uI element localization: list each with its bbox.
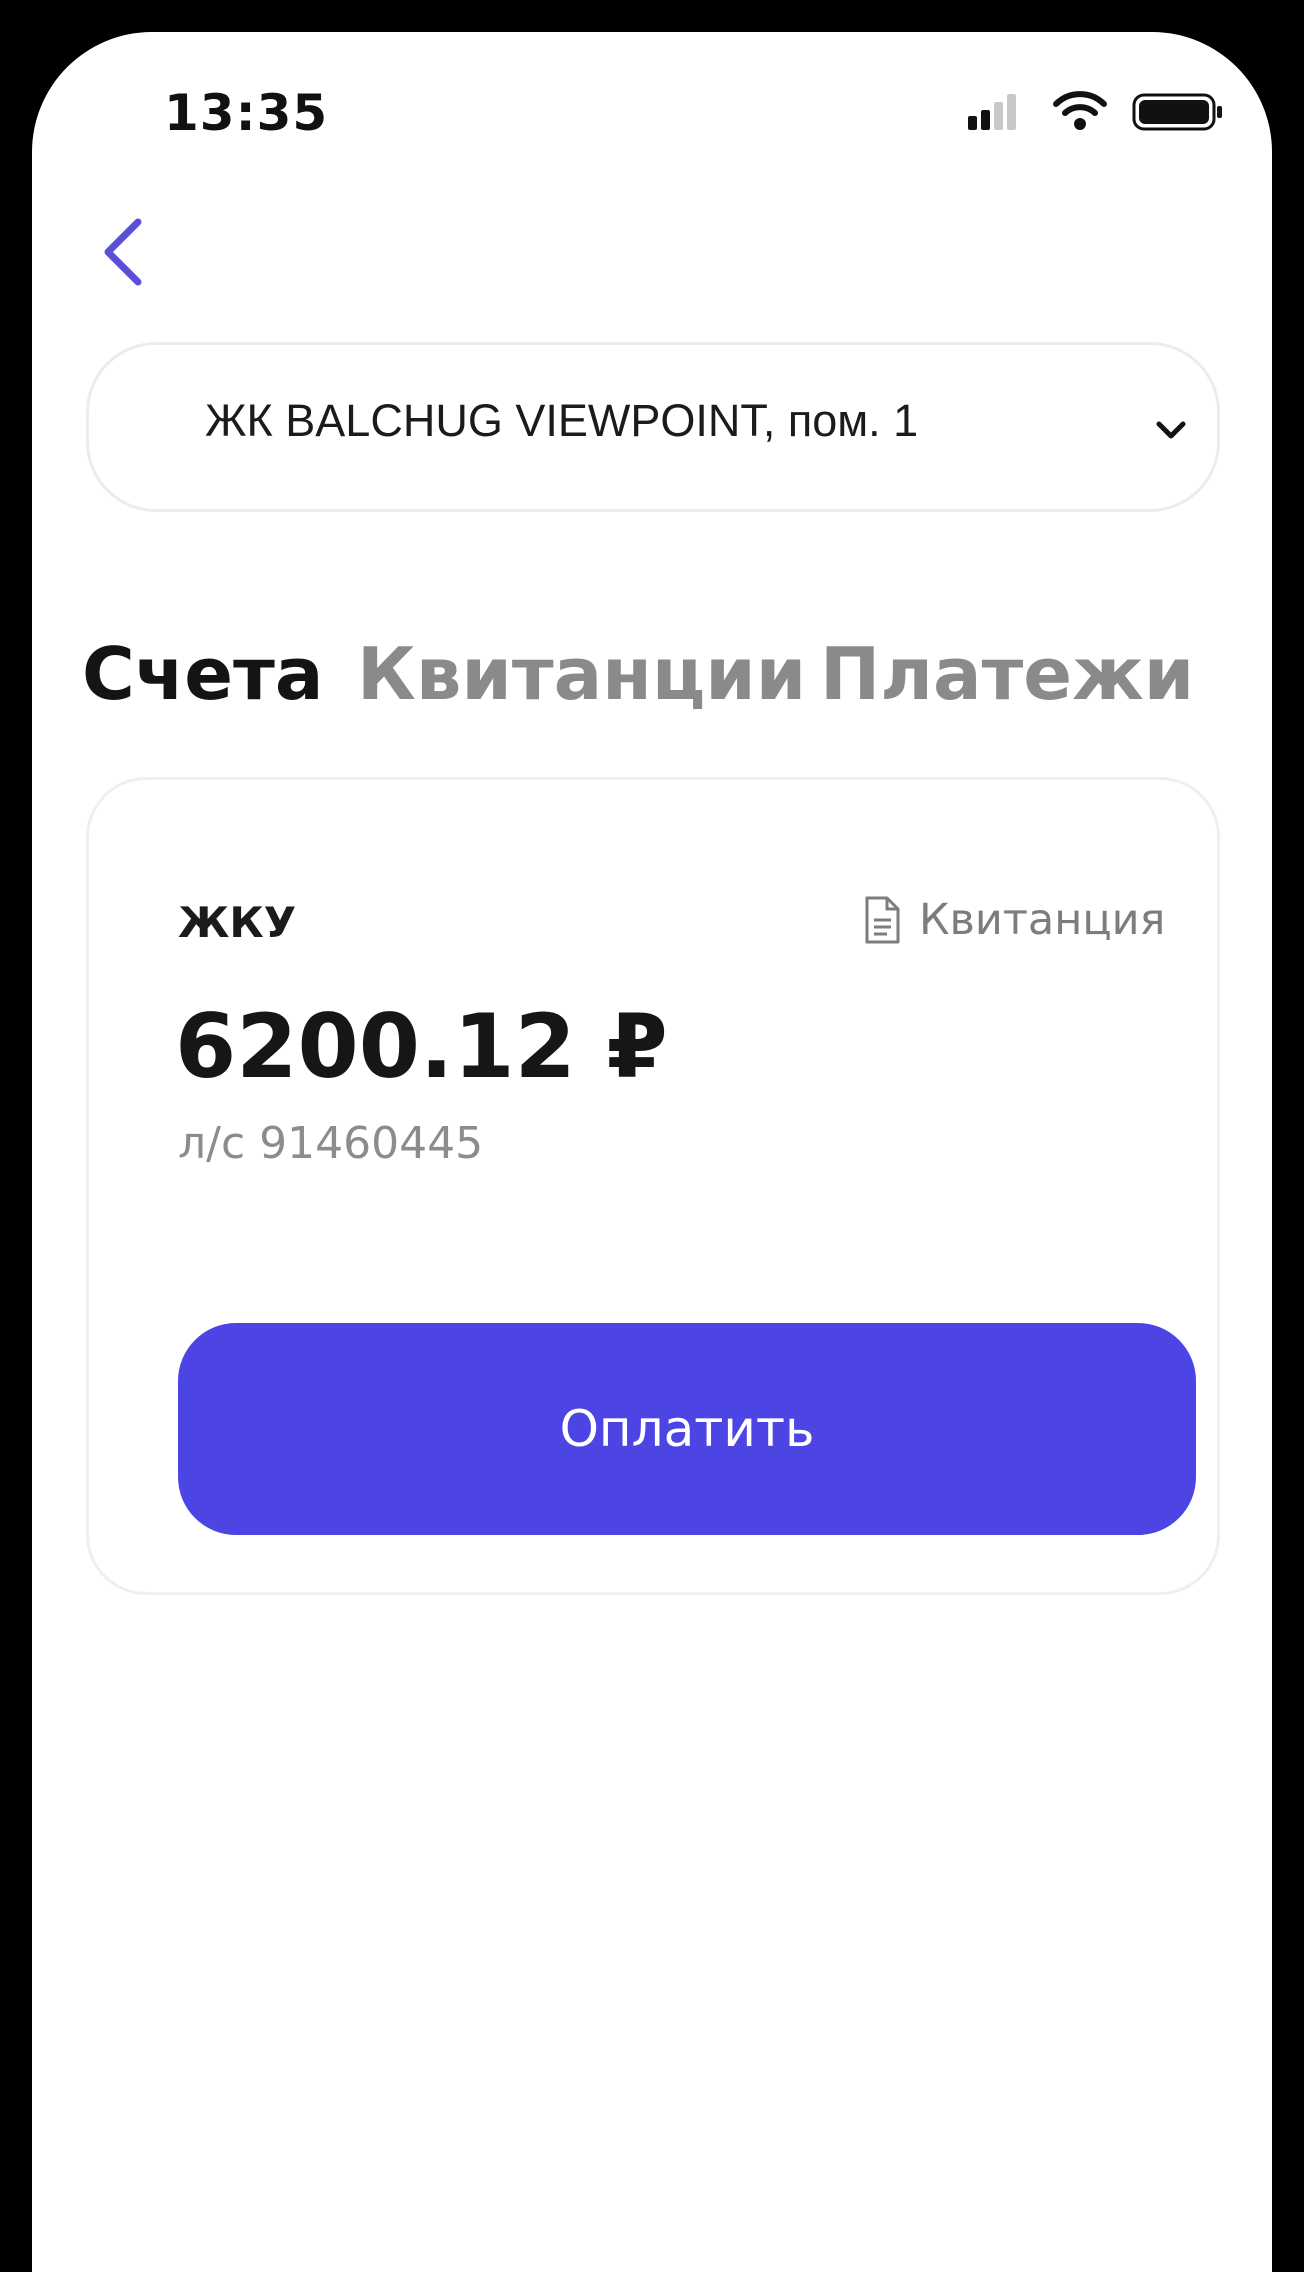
service-name: ЖКУ xyxy=(178,898,297,947)
status-time: 13:35 xyxy=(164,84,329,142)
receipt-link-label: Квитанция xyxy=(919,895,1166,945)
tab-payments[interactable]: Платежи xyxy=(820,632,1194,716)
receipt-link[interactable]: Квитанция xyxy=(863,890,1165,950)
wifi-icon xyxy=(1053,91,1107,130)
pay-button[interactable]: Оплатить xyxy=(178,1323,1196,1535)
back-button[interactable] xyxy=(94,212,174,312)
document-icon xyxy=(865,896,900,944)
status-icons xyxy=(932,91,1232,142)
property-select[interactable]: ЖК BALCHUG VIEWPOINT, пом. 1 xyxy=(86,342,1220,512)
chevron-down-icon xyxy=(1156,421,1186,439)
account-card: ЖКУ Квитанция 6200.12 ₽ л/с 91460445 Опл… xyxy=(86,777,1220,1595)
battery-icon xyxy=(1132,93,1222,131)
cellular-signal-icon xyxy=(968,94,1016,130)
property-select-value: ЖК BALCHUG VIEWPOINT, пом. 1 xyxy=(205,395,919,446)
phone-screen: 13:35 ЖК BALCHUG VIEWPOINT, пом. 1 Счета… xyxy=(32,32,1272,2272)
chevron-left-icon xyxy=(104,218,142,286)
tab-accounts[interactable]: Счета xyxy=(82,632,323,716)
account-number: л/с 91460445 xyxy=(178,1118,484,1169)
amount-due: 6200.12 ₽ xyxy=(175,995,668,1098)
tab-receipts[interactable]: Квитанции xyxy=(357,632,806,716)
